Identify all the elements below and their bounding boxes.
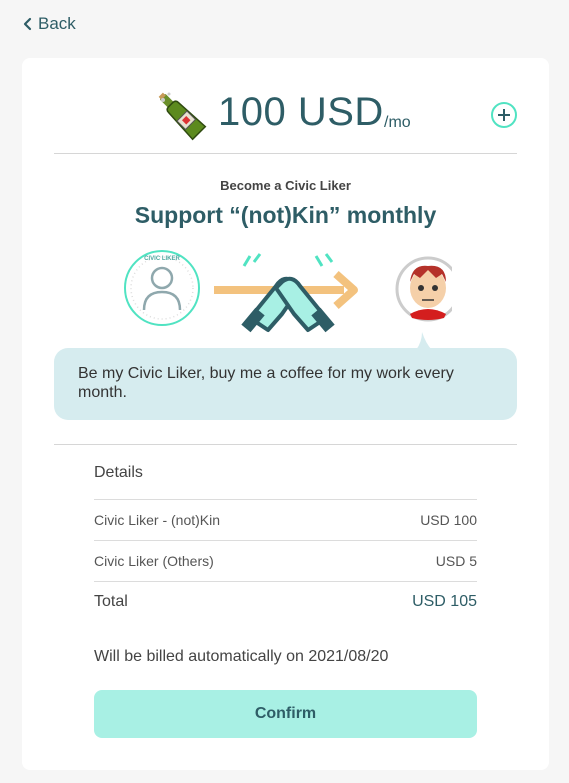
total-row: Total USD 105 — [94, 581, 477, 621]
total-label: Total — [94, 592, 128, 610]
billing-note: Will be billed automatically on 2021/08/… — [94, 648, 389, 665]
price-period: /mo — [384, 114, 411, 131]
support-illustration: CIVIC LIKER — [124, 250, 452, 333]
details-heading: Details — [94, 464, 143, 481]
detail-label: Civic Liker (Others) — [94, 552, 214, 569]
eyebrow-text: Become a Civic Liker — [220, 178, 351, 193]
price-amount: 100 USD — [218, 90, 384, 134]
creator-message-bubble: Be my Civic Liker, buy me a coffee for m… — [54, 348, 517, 420]
chevron-left-icon — [23, 17, 32, 31]
svg-text:CIVIC LIKER: CIVIC LIKER — [144, 256, 180, 262]
civic-liker-badge-icon: CIVIC LIKER — [124, 250, 200, 326]
page-title: Support “(not)Kin” monthly — [134, 202, 437, 228]
confirm-button[interactable]: Confirm — [94, 690, 477, 738]
creator-avatar — [395, 256, 452, 322]
total-value: USD 105 — [412, 592, 477, 610]
detail-row: Civic Liker (Others) USD 5 — [94, 540, 477, 580]
detail-label: Civic Liker - (not)Kin — [94, 511, 221, 528]
champagne-bottle-icon — [158, 92, 207, 141]
price-row: 100 USD /mo — [22, 88, 549, 148]
support-card: 100 USD /mo Become a Civic Liker Support… — [22, 58, 549, 770]
divider — [54, 444, 517, 445]
divider — [54, 153, 517, 154]
detail-value: USD 100 — [420, 511, 477, 528]
back-label: Back — [38, 14, 76, 33]
detail-value: USD 5 — [435, 552, 477, 569]
detail-row: Civic Liker - (not)Kin USD 100 — [94, 499, 477, 539]
increase-amount-button[interactable] — [491, 102, 517, 128]
back-button[interactable]: Back — [22, 14, 76, 34]
